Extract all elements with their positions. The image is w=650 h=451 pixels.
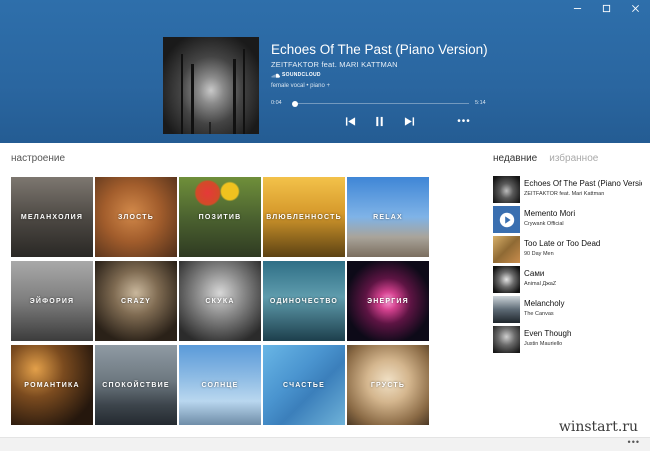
recent-track-title: Too Late or Too Dead — [524, 239, 601, 248]
mood-tile-label: романтика — [24, 381, 80, 389]
list-item[interactable]: Memento Mori Crywank Official — [493, 206, 643, 236]
minimize-icon[interactable] — [563, 0, 592, 16]
recent-list: Echoes Of The Past (Piano Version) ZEITF… — [493, 176, 643, 356]
mood-grid: меланхолия злость позитив влюбленность r… — [11, 177, 429, 425]
mood-tile-crazy[interactable]: crazy — [95, 261, 177, 341]
list-item[interactable]: Echoes Of The Past (Piano Version) ZEITF… — [493, 176, 643, 206]
recent-track-artist: Crywank Official — [524, 221, 564, 227]
mood-tile-label: спокойствие — [102, 381, 170, 389]
recent-track-artist: 90 Day Men — [524, 251, 554, 257]
mood-tile-label: скука — [205, 297, 235, 305]
recent-track-artist: The Canvas — [524, 311, 554, 317]
close-icon[interactable] — [621, 0, 650, 16]
mood-tile-positive[interactable]: позитив — [179, 177, 261, 257]
recent-track-artist: Animal ДжаZ — [524, 281, 557, 287]
tab-favorites[interactable]: избранное — [549, 153, 598, 164]
mood-tile-label: влюбленность — [266, 213, 342, 221]
mood-tile-loneliness[interactable]: одиночество — [263, 261, 345, 341]
track-tags[interactable]: female vocal • piano + — [271, 83, 330, 89]
mood-tile-melancholy[interactable]: меланхолия — [11, 177, 93, 257]
pause-icon — [375, 116, 383, 126]
next-button[interactable] — [402, 114, 416, 128]
mood-tile-boredom[interactable]: скука — [179, 261, 261, 341]
play-logo-icon — [499, 212, 514, 227]
source-label: SOUNDCLOUD — [282, 72, 321, 78]
mood-tile-happiness[interactable]: счастье — [263, 345, 345, 425]
seek-bar[interactable] — [292, 100, 469, 107]
recent-track-title: Melancholy — [524, 299, 565, 308]
soundcloud-icon — [271, 73, 280, 78]
recent-track-artist: Justin Mauriello — [524, 341, 563, 347]
track-thumbnail — [493, 206, 520, 233]
app-bar — [0, 437, 650, 451]
recent-track-title: Even Though — [524, 329, 572, 338]
list-item[interactable]: Too Late or Too Dead 90 Day Men — [493, 236, 643, 266]
mood-tile-sun[interactable]: солнце — [179, 345, 261, 425]
track-thumbnail — [493, 326, 520, 353]
previous-button[interactable] — [343, 114, 357, 128]
list-item[interactable]: Melancholy The Canvas — [493, 296, 643, 326]
mood-tile-relax[interactable]: relax — [347, 177, 429, 257]
track-thumbnail — [493, 236, 520, 263]
mood-tile-sadness[interactable]: грусть — [347, 345, 429, 425]
mood-tile-label: счастье — [283, 381, 325, 389]
mood-tile-calm[interactable]: спокойствие — [95, 345, 177, 425]
pause-button[interactable] — [372, 114, 386, 128]
window-controls — [563, 0, 650, 16]
time-current: 0:04 — [271, 100, 282, 106]
app-bar-more-button[interactable]: ••• — [628, 437, 640, 447]
recent-track-title: Memento Mori — [524, 209, 576, 218]
mood-tile-label: меланхолия — [20, 213, 84, 221]
track-thumbnail — [493, 296, 520, 323]
mood-tile-energy[interactable]: энергия — [347, 261, 429, 341]
skip-forward-icon — [404, 116, 414, 126]
seek-bar-knob[interactable] — [292, 100, 299, 107]
recent-track-title: Echoes Of The Past (Piano Version) — [524, 179, 642, 188]
recent-track-artist: ZEITFAKTOR feat. Mari Kattman — [524, 191, 605, 197]
skip-back-icon — [345, 116, 355, 126]
mood-tile-label: crazy — [120, 297, 152, 305]
mood-tile-label: злость — [118, 213, 154, 221]
track-thumbnail — [493, 176, 520, 203]
mood-tile-label: эйфория — [29, 297, 75, 305]
mood-tile-label: позитив — [198, 213, 242, 221]
mood-tile-label: солнце — [201, 381, 239, 389]
album-art — [163, 37, 259, 134]
list-item[interactable]: Even Though Justin Mauriello — [493, 326, 643, 356]
track-artist[interactable]: ZEITFAKTOR feat. MARI KATTMAN — [271, 60, 398, 69]
tab-recent[interactable]: недавние — [493, 153, 537, 164]
maximize-icon[interactable] — [592, 0, 621, 16]
sidebar-tabs: недавние избранное — [493, 153, 598, 164]
mood-tile-label: relax — [373, 213, 403, 221]
recent-track-title: Сами — [524, 269, 545, 278]
track-title: Echoes Of The Past (Piano Version) — [271, 42, 488, 57]
mood-tile-anger[interactable]: злость — [95, 177, 177, 257]
mood-tile-label: одиночество — [269, 297, 339, 305]
now-playing-panel: Echoes Of The Past (Piano Version) ZEITF… — [0, 0, 650, 143]
mood-tile-romance[interactable]: романтика — [11, 345, 93, 425]
soundcloud-badge: SOUNDCLOUD — [271, 72, 321, 78]
more-options-button[interactable]: ••• — [456, 114, 472, 128]
time-total: 5:14 — [475, 100, 486, 106]
list-item[interactable]: Сами Animal ДжаZ — [493, 266, 643, 296]
mood-section-title: настроение — [11, 153, 66, 164]
mood-tile-euphoria[interactable]: эйфория — [11, 261, 93, 341]
mood-tile-label: энергия — [367, 297, 409, 305]
track-thumbnail — [493, 266, 520, 293]
mood-tile-label: грусть — [370, 381, 406, 389]
watermark: winstart.ru — [558, 419, 638, 435]
mood-tile-love[interactable]: влюбленность — [263, 177, 345, 257]
